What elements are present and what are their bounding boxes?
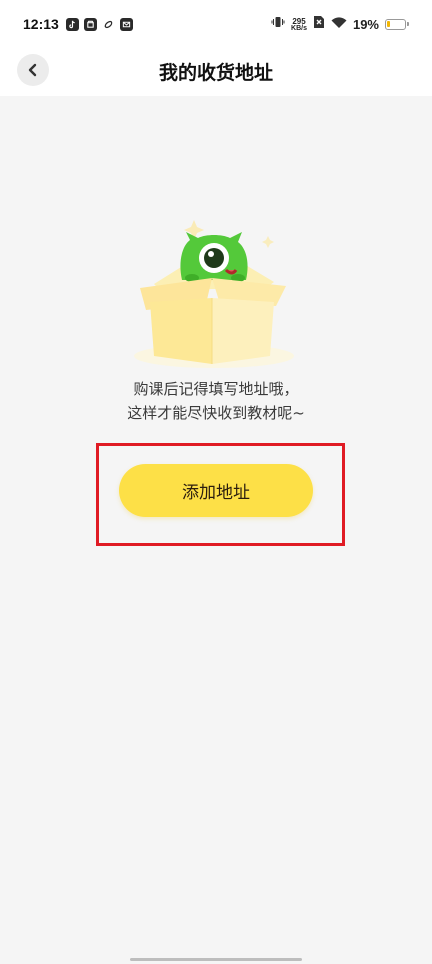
app-header: 我的收货地址 — [0, 52, 432, 96]
empty-state-message: 购课后记得填写地址哦， 这样才能尽快收到教材呢~ — [0, 377, 432, 425]
mail-icon — [120, 18, 133, 31]
empty-state-line-1: 购课后记得填写地址哦， — [133, 380, 299, 398]
empty-box-illustration — [126, 206, 296, 376]
page-title: 我的收货地址 — [158, 62, 273, 84]
status-right: 295 KB/s 19% — [271, 15, 409, 34]
status-time: 12:13 — [23, 16, 59, 32]
battery-icon — [385, 19, 409, 30]
network-speed-unit: KB/s — [291, 24, 307, 32]
wifi-icon — [331, 16, 347, 34]
add-address-button[interactable]: 添加地址 — [119, 464, 313, 517]
tiktok-icon — [66, 18, 79, 31]
network-speed-value: 295 — [292, 16, 306, 26]
store-icon — [84, 18, 97, 31]
vibrate-icon — [271, 15, 285, 34]
home-indicator[interactable] — [130, 958, 302, 961]
notification-icons — [66, 18, 133, 31]
no-sim-icon — [313, 15, 325, 34]
network-speed: 295 KB/s — [291, 16, 307, 32]
battery-percent: 19% — [352, 17, 379, 32]
battery-fill — [387, 21, 391, 27]
status-bar: 12:13 295 KB/s 19% — [0, 0, 432, 52]
link-icon — [102, 18, 115, 31]
empty-state-line-2: 这样才能尽快收到教材呢~ — [127, 404, 305, 422]
